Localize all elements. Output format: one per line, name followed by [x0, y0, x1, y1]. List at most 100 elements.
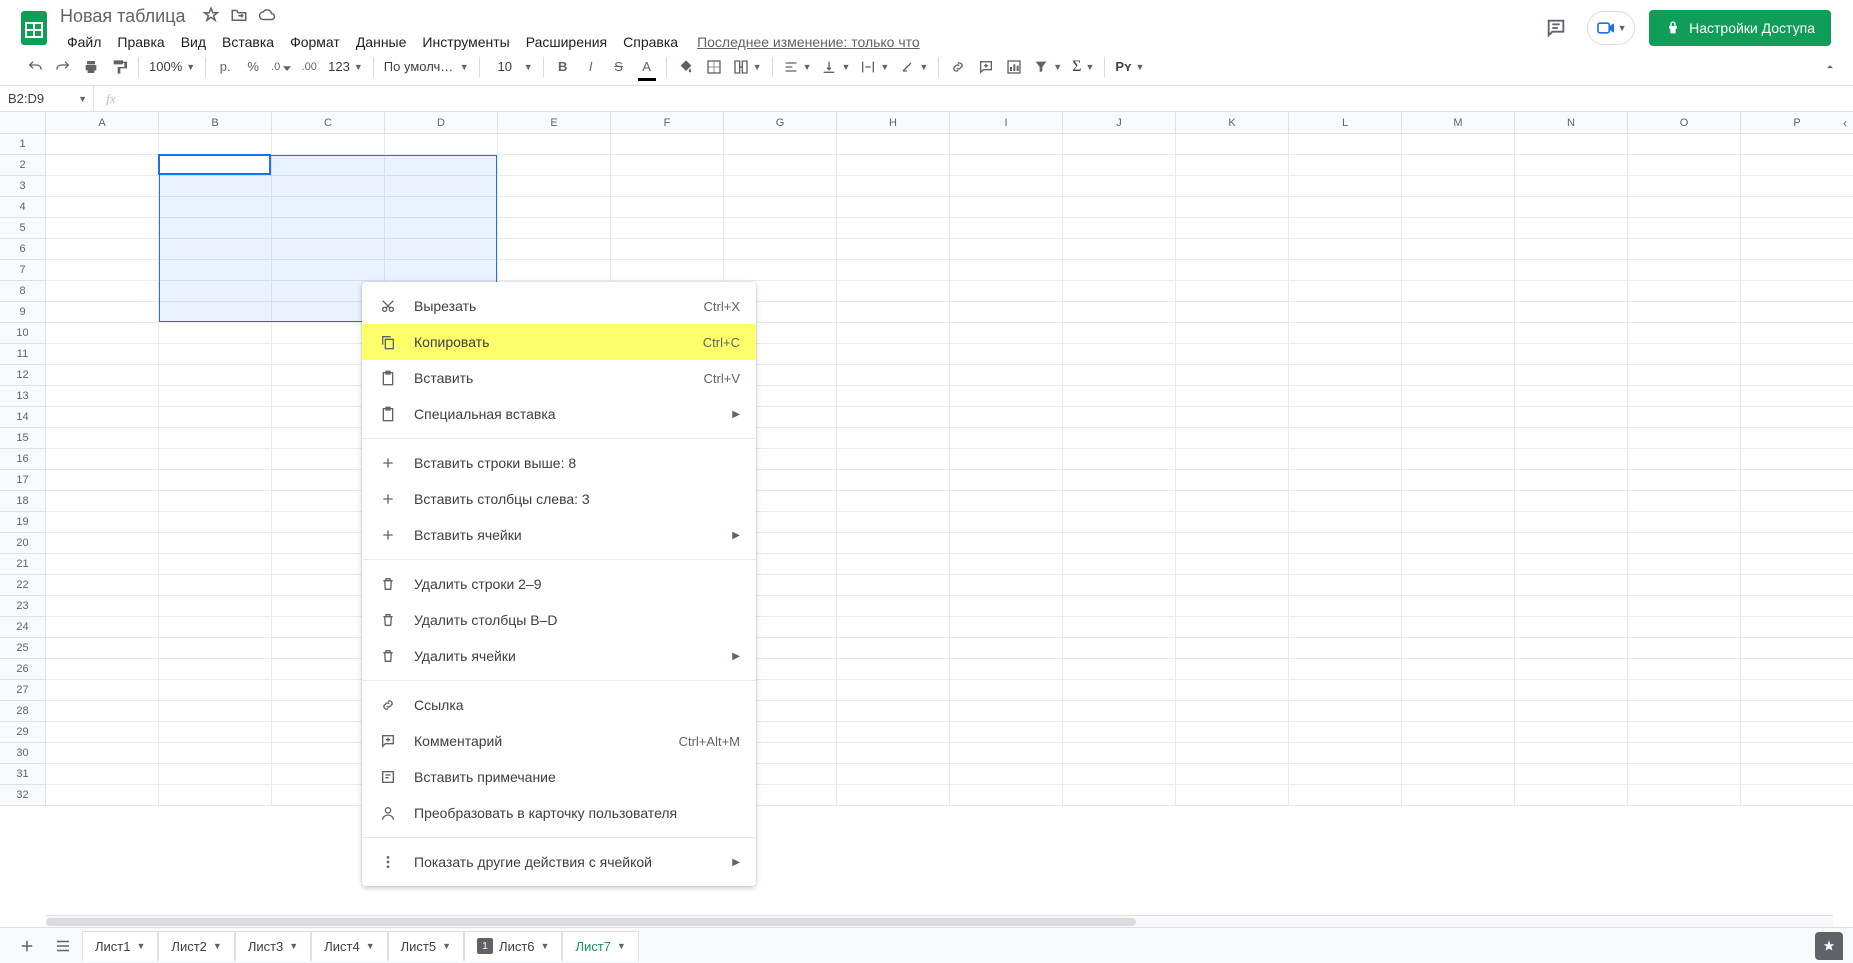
number-format-select[interactable]: 123▼ [324, 59, 367, 74]
insert-comment-button[interactable] [973, 54, 999, 80]
cell[interactable] [837, 722, 950, 743]
cell[interactable] [950, 722, 1063, 743]
row-header-18[interactable]: 18 [0, 491, 46, 512]
cell[interactable] [1402, 617, 1515, 638]
cell[interactable] [837, 302, 950, 323]
cell[interactable] [46, 491, 159, 512]
cell[interactable] [1176, 407, 1289, 428]
cell[interactable] [1063, 344, 1176, 365]
cell[interactable] [46, 449, 159, 470]
cloud-icon[interactable] [258, 6, 276, 27]
sheets-logo[interactable] [14, 8, 54, 48]
cell[interactable] [159, 701, 272, 722]
cell[interactable] [1741, 428, 1853, 449]
cell[interactable] [1176, 155, 1289, 176]
cell[interactable] [1515, 260, 1628, 281]
cell[interactable] [1063, 197, 1176, 218]
cell[interactable] [46, 386, 159, 407]
cell[interactable] [950, 386, 1063, 407]
cell[interactable] [1741, 470, 1853, 491]
col-header-A[interactable]: A [46, 112, 159, 133]
menu-справка[interactable]: Справка [616, 32, 685, 52]
cell[interactable] [46, 764, 159, 785]
cell[interactable] [1402, 428, 1515, 449]
row-header-22[interactable]: 22 [0, 575, 46, 596]
row-header-31[interactable]: 31 [0, 764, 46, 785]
cell[interactable] [950, 701, 1063, 722]
cell[interactable] [1289, 344, 1402, 365]
cell[interactable] [1515, 785, 1628, 806]
cell[interactable] [1176, 659, 1289, 680]
cell[interactable] [837, 407, 950, 428]
cell[interactable] [1628, 407, 1741, 428]
cell[interactable] [1176, 743, 1289, 764]
cell[interactable] [1628, 260, 1741, 281]
row-header-5[interactable]: 5 [0, 218, 46, 239]
cell[interactable] [1515, 701, 1628, 722]
cell[interactable] [159, 134, 272, 155]
cell[interactable] [46, 533, 159, 554]
cell[interactable] [1515, 512, 1628, 533]
cell[interactable] [837, 281, 950, 302]
row-header-7[interactable]: 7 [0, 260, 46, 281]
cell[interactable] [837, 743, 950, 764]
cell[interactable] [837, 155, 950, 176]
cell[interactable] [950, 554, 1063, 575]
cell[interactable] [837, 260, 950, 281]
cell[interactable] [1289, 638, 1402, 659]
cell[interactable] [1741, 197, 1853, 218]
cell[interactable] [1515, 239, 1628, 260]
cell[interactable] [1741, 701, 1853, 722]
cell[interactable] [1515, 134, 1628, 155]
cell[interactable] [1402, 785, 1515, 806]
insert-chart-button[interactable] [1001, 54, 1027, 80]
cell[interactable] [159, 407, 272, 428]
cell[interactable] [1176, 617, 1289, 638]
cell[interactable] [724, 155, 837, 176]
meet-button[interactable]: ▼ [1587, 11, 1635, 45]
cell[interactable] [1402, 743, 1515, 764]
cell[interactable] [950, 764, 1063, 785]
cell[interactable] [1176, 533, 1289, 554]
cell[interactable] [1063, 743, 1176, 764]
ctx-вставить[interactable]: ВставитьCtrl+V [362, 360, 756, 396]
cell[interactable] [1628, 554, 1741, 575]
row-header-19[interactable]: 19 [0, 512, 46, 533]
cell[interactable] [159, 344, 272, 365]
cell[interactable] [950, 659, 1063, 680]
row-header-2[interactable]: 2 [0, 155, 46, 176]
cell[interactable] [1402, 134, 1515, 155]
cell[interactable] [611, 218, 724, 239]
cell[interactable] [1628, 617, 1741, 638]
cell[interactable] [950, 575, 1063, 596]
cell[interactable] [159, 554, 272, 575]
cell[interactable] [837, 575, 950, 596]
cell[interactable] [1063, 365, 1176, 386]
cell[interactable] [1289, 554, 1402, 575]
cell[interactable] [1628, 176, 1741, 197]
ctx-вставить-ячейки[interactable]: Вставить ячейки▶ [362, 517, 756, 553]
cell[interactable] [1741, 575, 1853, 596]
cell[interactable] [159, 638, 272, 659]
ctx-вставить-примечание[interactable]: Вставить примечание [362, 759, 756, 795]
cell[interactable] [1063, 596, 1176, 617]
strikethrough-button[interactable]: S [606, 54, 632, 80]
collapse-toolbar-button[interactable] [1817, 54, 1843, 80]
cell[interactable] [1289, 743, 1402, 764]
cell[interactable] [1063, 155, 1176, 176]
cell[interactable] [159, 218, 272, 239]
cell[interactable] [1515, 218, 1628, 239]
cell[interactable] [950, 638, 1063, 659]
cell[interactable] [1741, 239, 1853, 260]
col-header-C[interactable]: C [272, 112, 385, 133]
cell[interactable] [1176, 260, 1289, 281]
cell[interactable] [1176, 176, 1289, 197]
cell[interactable] [1515, 554, 1628, 575]
borders-button[interactable] [701, 54, 727, 80]
cell[interactable] [1515, 365, 1628, 386]
cell[interactable] [1741, 155, 1853, 176]
cell[interactable] [159, 197, 272, 218]
cell[interactable] [46, 407, 159, 428]
cell[interactable] [159, 785, 272, 806]
cell[interactable] [272, 260, 385, 281]
